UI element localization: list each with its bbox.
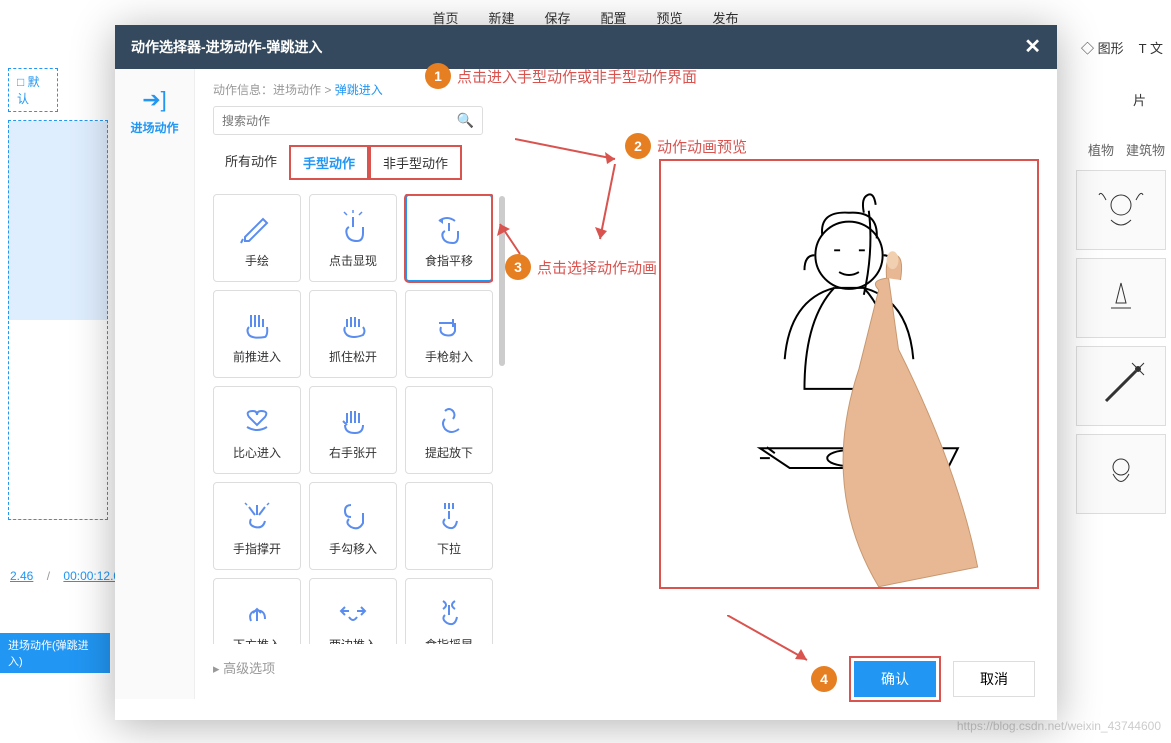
action-card[interactable]: 手绘 [213, 194, 301, 282]
action-grid: 手绘 点击显现 食指平移前推进入 抓住松开 手枪射入比心进入 右手张开 提起放下手指撑开 手勾… [213, 194, 493, 644]
right-toolbar: ◇ 图形 T 文 [1073, 30, 1171, 65]
action-card[interactable]: 下拉 [405, 482, 493, 570]
action-card[interactable]: 下方推入 [213, 578, 301, 644]
action-card[interactable]: 提起放下 [405, 386, 493, 474]
action-label: 手枪射入 [425, 348, 473, 365]
push-sides-icon [335, 592, 371, 630]
action-label: 食指平移 [425, 252, 473, 269]
thumb[interactable] [1076, 170, 1166, 250]
annotation-4-badge: 4 [811, 666, 837, 692]
action-card[interactable]: 点击显现 [309, 194, 397, 282]
modal-main: 动作信息：进场动作 > 弹跳进入 🔍 所有动作手型动作非手型动作 手绘点击显现食… [195, 69, 1057, 699]
search-box[interactable]: 🔍 [213, 106, 483, 135]
action-label: 下拉 [437, 540, 461, 557]
close-icon[interactable]: ✕ [1024, 37, 1041, 57]
search-icon[interactable]: 🔍 [457, 112, 474, 129]
action-card[interactable]: 食指平移 [405, 194, 493, 282]
action-card[interactable]: 手勾移入 [309, 482, 397, 570]
annotation-2: 2 动作动画预览 [625, 133, 747, 159]
pencil-icon [239, 208, 275, 246]
push-icon [239, 304, 275, 342]
confirm-highlight: 确认 [849, 656, 941, 702]
gun-icon [431, 304, 467, 342]
modal-footer: 4 确认 取消 [811, 656, 1035, 702]
cancel-button[interactable]: 取消 [953, 661, 1035, 697]
action-label: 手指撑开 [233, 540, 281, 557]
action-label: 两边推入 [329, 636, 377, 645]
timeline-time[interactable]: 2.46 [0, 564, 43, 588]
action-card[interactable]: 食指摇晃 [405, 578, 493, 644]
preview-illustration [661, 161, 1037, 587]
heart-icon [239, 400, 275, 438]
annotation-3: 3 点击选择动作动画 [505, 254, 657, 280]
hook-icon [335, 496, 371, 534]
thumb[interactable] [1076, 434, 1166, 514]
sidebar-tab[interactable]: 进场动作 [115, 119, 194, 136]
asset-thumbs [1076, 170, 1166, 522]
modal-sidebar: ➔] 进场动作 [115, 69, 195, 699]
action-label: 比心进入 [233, 444, 281, 461]
action-label: 点击显现 [329, 252, 377, 269]
left-sidebar: □ 默认 [0, 60, 100, 528]
annotation-1: 1 点击进入手型动作或非手型动作界面 [425, 63, 697, 89]
tag[interactable]: 建筑物 [1126, 140, 1165, 159]
watermark: https://blog.csdn.net/weixin_43744600 [957, 719, 1161, 733]
action-label: 下方推入 [233, 636, 281, 645]
confirm-button[interactable]: 确认 [854, 661, 936, 697]
tag[interactable]: 植物 [1088, 140, 1114, 159]
grab-icon [335, 304, 371, 342]
breadcrumb-link[interactable]: 弹跳进入 [335, 83, 383, 97]
default-tab[interactable]: □ 默认 [8, 68, 58, 112]
tap-icon [335, 208, 371, 246]
action-card[interactable]: 抓住松开 [309, 290, 397, 378]
enter-icon: ➔] [115, 69, 194, 119]
timeline: 2.46 / 00:00:12.0 进场动作(弹跳进入) [0, 569, 130, 673]
action-card[interactable]: 手指撑开 [213, 482, 301, 570]
lift-icon [431, 400, 467, 438]
pull-down-icon [431, 496, 467, 534]
finger-wag-icon [431, 592, 467, 630]
action-label: 手绘 [245, 252, 269, 269]
filter-tab[interactable]: 手型动作 [289, 145, 369, 180]
arrow-icon [595, 164, 635, 254]
filter-tab[interactable]: 非手型动作 [369, 145, 462, 180]
finger-swipe-icon [431, 208, 467, 246]
action-selector-modal: 动作选择器-进场动作-弹跳进入 ✕ ➔] 进场动作 动作信息：进场动作 > 弹跳… [115, 25, 1057, 720]
category-tags: 植物 建筑物 [1088, 140, 1165, 159]
modal-title: 动作选择器-进场动作-弹跳进入 [131, 37, 322, 57]
action-card[interactable]: 手枪射入 [405, 290, 493, 378]
shapes-button[interactable]: ◇ 图形 [1081, 38, 1124, 57]
push-up-icon [239, 592, 275, 630]
action-label: 右手张开 [329, 444, 377, 461]
action-label: 提起放下 [425, 444, 473, 461]
action-card[interactable]: 右手张开 [309, 386, 397, 474]
spread-icon [239, 496, 275, 534]
preview-panel [659, 159, 1039, 589]
open-hand-icon [335, 400, 371, 438]
action-label: 食指摇晃 [425, 636, 473, 645]
action-label: 前推进入 [233, 348, 281, 365]
timeline-effect-block[interactable]: 进场动作(弹跳进入) [0, 633, 110, 673]
action-card[interactable]: 比心进入 [213, 386, 301, 474]
search-input[interactable] [222, 114, 457, 128]
action-card[interactable]: 前推进入 [213, 290, 301, 378]
filter-tab[interactable]: 所有动作 [213, 145, 289, 180]
action-label: 手勾移入 [329, 540, 377, 557]
thumb[interactable] [1076, 258, 1166, 338]
arrow-icon [495, 219, 525, 259]
action-card[interactable]: 两边推入 [309, 578, 397, 644]
action-label: 抓住松开 [329, 348, 377, 365]
text-button[interactable]: T 文 [1139, 38, 1163, 57]
thumb[interactable] [1076, 346, 1166, 426]
right-word: 片 [1133, 90, 1146, 109]
